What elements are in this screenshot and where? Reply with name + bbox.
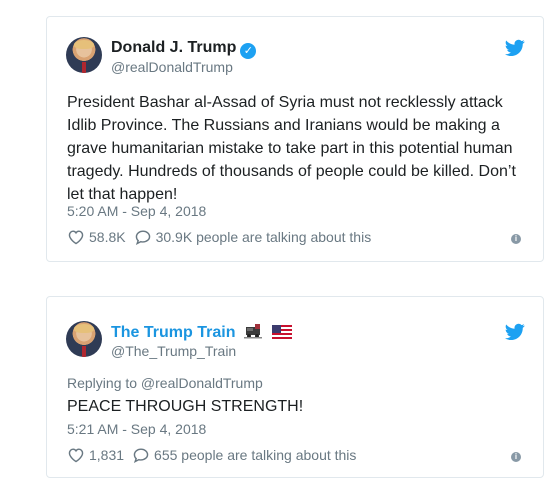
- us-flag-icon: [272, 325, 293, 339]
- info-icon[interactable]: i: [511, 452, 521, 462]
- tweet-timestamp[interactable]: 5:21 AM - Sep 4, 2018: [67, 421, 206, 437]
- train-emoji-icon: [243, 324, 262, 339]
- reply-talking-link[interactable]: 655 people are talking about this: [132, 447, 356, 463]
- heart-icon: [68, 230, 84, 245]
- speech-bubble-icon: [135, 230, 150, 245]
- tweet-card-2: The Trump Train @The_Trump_Train Replyin…: [46, 296, 544, 478]
- avatar[interactable]: [66, 37, 102, 73]
- reply-talking-link[interactable]: 30.9K people are talking about this: [134, 229, 372, 245]
- tweet-card-1: Donald J. Trump ✓ @realDonaldTrump Presid…: [46, 16, 544, 262]
- author-name-text[interactable]: Donald J. Trump: [111, 39, 236, 56]
- author-name[interactable]: The Trump Train: [111, 323, 293, 342]
- author-name-text[interactable]: The Trump Train: [111, 324, 235, 341]
- tweet-timestamp[interactable]: 5:20 AM - Sep 4, 2018: [67, 203, 206, 219]
- talking-count: 30.9K people are talking about this: [155, 229, 372, 245]
- speech-bubble-icon: [133, 448, 149, 463]
- twitter-bird-icon[interactable]: [505, 323, 525, 341]
- replying-to[interactable]: Replying to @realDonaldTrump: [67, 375, 263, 391]
- tweet-text: President Bashar al-Assad of Syria must …: [67, 94, 516, 203]
- author-handle[interactable]: @The_Trump_Train: [111, 343, 236, 359]
- avatar[interactable]: [66, 321, 102, 357]
- like-button[interactable]: 58.8K: [67, 229, 126, 245]
- like-button[interactable]: 1,831: [67, 447, 124, 463]
- talking-count: 655 people are talking about this: [154, 447, 357, 463]
- info-icon[interactable]: i: [511, 234, 521, 244]
- like-count: 58.8K: [89, 229, 126, 245]
- heart-icon: [68, 448, 84, 463]
- author-handle[interactable]: @realDonaldTrump: [111, 59, 233, 75]
- tweet-actions: 1,831 655 people are talking about this: [67, 447, 364, 463]
- tweet-actions: 58.8K 30.9K people are talking about thi…: [67, 229, 379, 245]
- tweet-text: PEACE THROUGH STRENGTH!: [67, 398, 304, 415]
- like-count: 1,831: [89, 447, 125, 463]
- author-name[interactable]: Donald J. Trump ✓: [111, 39, 257, 59]
- twitter-bird-icon[interactable]: [505, 39, 525, 57]
- verified-badge-icon: ✓: [240, 43, 257, 59]
